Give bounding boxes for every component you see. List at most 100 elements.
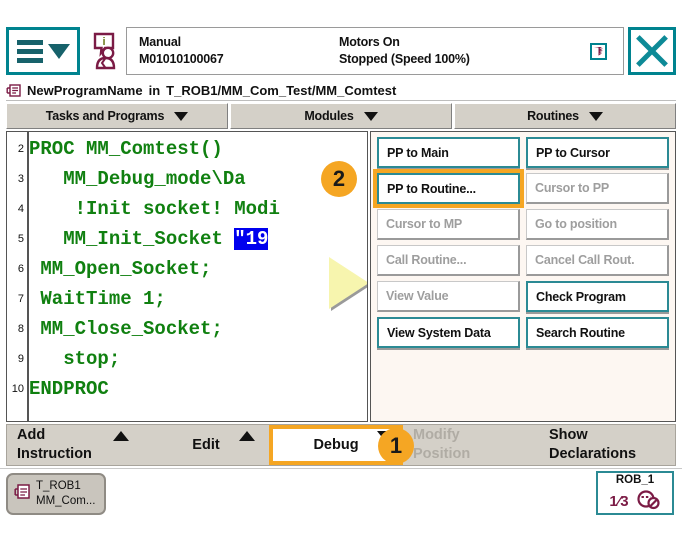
line-number: 9: [7, 344, 27, 374]
action-label-line1: Debug: [313, 436, 358, 455]
close-button[interactable]: [628, 27, 676, 75]
button-label: Search Routine: [536, 326, 625, 340]
code-text: ENDPROC: [29, 378, 109, 400]
code-lines[interactable]: PROC MM_Comtest() MM_Debug_mode\Da !Init…: [29, 132, 367, 421]
line-number: 3: [7, 164, 27, 194]
action-label-line1: Edit: [192, 436, 219, 455]
chevron-up-icon: [113, 431, 129, 441]
code-text: MM_Debug_mode\Da: [63, 168, 245, 190]
code-line[interactable]: PROC MM_Comtest(): [29, 134, 367, 164]
callout-badge-2: 2: [321, 161, 357, 197]
line-number: 8: [7, 314, 27, 344]
pp-to-main-button[interactable]: PP to Main: [377, 137, 520, 168]
code-line[interactable]: MM_Close_Socket;: [29, 314, 367, 344]
task-stack-icon: [590, 43, 607, 60]
chevron-down-icon: [589, 112, 603, 121]
show-declarations-button[interactable]: Show Declarations: [539, 425, 675, 465]
action-label-line2: Declarations: [549, 445, 636, 464]
code-line[interactable]: WaitTime 1;: [29, 284, 367, 314]
edit-button[interactable]: Edit: [143, 425, 269, 465]
robot-status-panel[interactable]: ROB_1 1⁄3: [596, 471, 674, 515]
pp-to-routine-button[interactable]: PP to Routine...: [377, 173, 520, 204]
action-label-line1: Add: [17, 426, 92, 445]
button-label: View Value: [386, 289, 448, 303]
rapid-code-editor[interactable]: 2 3 4 5 6 7 8 9 10 PROC MM_Comtest() MM_…: [6, 131, 368, 422]
robot-name: ROB_1: [616, 474, 654, 487]
robot-axis-icon: [635, 488, 661, 515]
taskbar-item-t-rob1[interactable]: T_ROB1 MM_Com...: [6, 473, 106, 515]
chevron-down-icon: [48, 44, 70, 59]
code-line[interactable]: MM_Debug_mode\Da: [29, 164, 367, 194]
code-line[interactable]: ENDPROC: [29, 374, 367, 404]
breadcrumb-preposition: in: [149, 83, 161, 98]
operating-mode: Manual: [139, 34, 339, 51]
cursor-to-pp-button: Cursor to PP: [526, 173, 669, 204]
check-program-button[interactable]: Check Program: [526, 281, 669, 312]
button-label: View System Data: [387, 326, 491, 340]
status-bar: i Manual M01010100067 Motors On Stopped …: [6, 27, 676, 77]
code-text: PROC MM_Comtest(): [29, 138, 223, 160]
callout-badge-1: 1: [378, 428, 414, 464]
code-text: !Init socket! Modi: [75, 198, 280, 220]
taskbar-item-line1: T_ROB1: [36, 479, 95, 494]
code-line[interactable]: stop;: [29, 344, 367, 374]
selector-tab-row: Tasks and Programs Modules Routines: [6, 103, 676, 129]
task-status-button[interactable]: [590, 43, 607, 60]
view-value-button: View Value: [377, 281, 520, 312]
button-label: Check Program: [536, 290, 626, 304]
pp-to-cursor-button[interactable]: PP to Cursor: [526, 137, 669, 168]
operator-info-icon: i: [85, 32, 119, 70]
code-line[interactable]: MM_Open_Socket;: [29, 254, 367, 284]
taskbar-item-line2: MM_Com...: [36, 494, 95, 509]
code-text: stop;: [63, 348, 120, 370]
chevron-up-icon: [239, 431, 255, 441]
line-number: 6: [7, 254, 27, 284]
action-label-line2: Position: [413, 445, 470, 464]
motor-status-column: Motors On Stopped (Speed 100%): [339, 28, 569, 74]
operator-info-button[interactable]: i: [80, 27, 124, 75]
line-number: 4: [7, 194, 27, 224]
line-number-gutter: 2 3 4 5 6 7 8 9 10: [7, 132, 29, 421]
button-label: Call Routine...: [386, 253, 466, 267]
code-text: MM_Close_Socket;: [40, 318, 222, 340]
button-label: PP to Routine...: [387, 182, 476, 196]
button-label: Cursor to MP: [386, 217, 462, 231]
controller-id: M01010100067: [139, 51, 339, 68]
action-toolbar: Add Instruction Edit Debug Modify Positi…: [6, 424, 676, 466]
motors-state: Motors On: [339, 34, 569, 51]
search-routine-button[interactable]: Search Routine: [526, 317, 669, 348]
chevron-down-icon: [174, 112, 188, 121]
program-pointer-arrow: [329, 257, 367, 309]
main-menu-button[interactable]: [6, 27, 80, 75]
line-number: 5: [7, 224, 27, 254]
debug-menu-panel: PP to Main PP to Cursor PP to Routine...…: [370, 131, 676, 422]
view-system-data-button[interactable]: View System Data: [377, 317, 520, 348]
code-text: MM_Init_Socket: [63, 228, 234, 250]
status-info-frame: Manual M01010100067 Motors On Stopped (S…: [126, 27, 624, 75]
tab-label: Modules: [304, 109, 353, 123]
action-label-line1: Show: [549, 426, 636, 445]
code-line[interactable]: MM_Init_Socket "19: [29, 224, 367, 254]
selected-argument[interactable]: "19: [234, 228, 268, 250]
callout-number: 1: [390, 433, 402, 459]
add-instruction-button[interactable]: Add Instruction: [7, 425, 143, 465]
go-to-position-button: Go to position: [526, 209, 669, 240]
breadcrumb-program: NewProgramName: [27, 83, 143, 98]
tab-tasks-and-programs[interactable]: Tasks and Programs: [6, 103, 228, 129]
tab-routines[interactable]: Routines: [454, 103, 676, 129]
action-label-line1: Modify: [413, 426, 470, 445]
callout-number: 2: [333, 166, 345, 192]
tab-label: Routines: [527, 109, 579, 123]
modify-position-button: Modify Position: [403, 425, 539, 465]
code-text: WaitTime 1;: [40, 288, 165, 310]
call-routine-button: Call Routine...: [377, 245, 520, 276]
program-icon: [14, 482, 31, 506]
code-line[interactable]: !Init socket! Modi: [29, 194, 367, 224]
program-icon: [6, 83, 21, 98]
svg-text:i: i: [102, 36, 105, 48]
tab-modules[interactable]: Modules: [230, 103, 452, 129]
button-label: PP to Main: [387, 146, 449, 160]
line-number: 7: [7, 284, 27, 314]
hamburger-menu-icon: [17, 40, 43, 63]
breadcrumb: NewProgramName in T_ROB1/MM_Com_Test/MM_…: [6, 80, 676, 101]
